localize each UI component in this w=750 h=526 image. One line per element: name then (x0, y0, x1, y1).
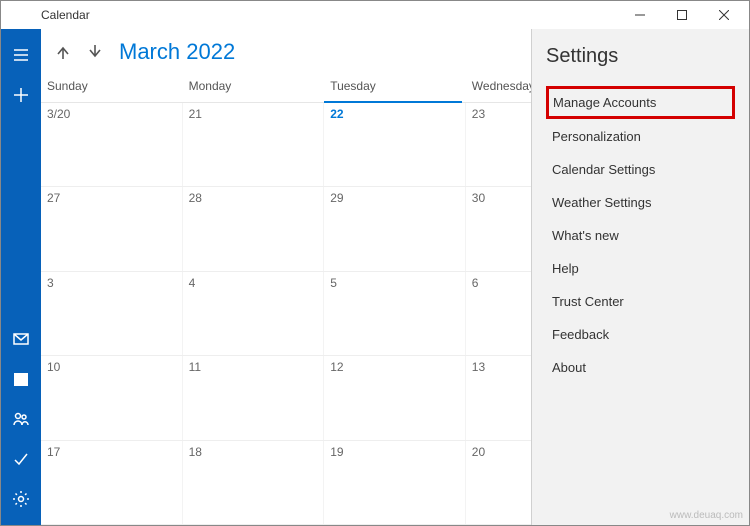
people-icon (12, 410, 30, 428)
settings-item-about[interactable]: About (546, 352, 735, 383)
sidebar (1, 29, 41, 525)
day-cell[interactable]: 22 (324, 103, 466, 186)
month-label[interactable]: March 2022 (119, 39, 235, 65)
settings-item-what-s-new[interactable]: What's new (546, 220, 735, 251)
day-cell[interactable]: 12 (324, 356, 466, 439)
settings-list: Manage AccountsPersonalizationCalendar S… (546, 86, 735, 385)
mail-icon (12, 330, 30, 348)
titlebar: Calendar (1, 1, 749, 29)
day-cell[interactable]: 27 (41, 187, 183, 270)
gear-icon (12, 490, 30, 508)
minimize-button[interactable] (619, 1, 661, 29)
add-event-button[interactable] (1, 75, 41, 115)
maximize-icon (677, 10, 687, 20)
arrow-down-icon (87, 44, 103, 60)
day-cell[interactable]: 11 (183, 356, 325, 439)
day-cell[interactable]: 3/20 (41, 103, 183, 186)
minimize-icon (635, 10, 645, 20)
settings-item-personalization[interactable]: Personalization (546, 121, 735, 152)
day-cell[interactable]: 18 (183, 441, 325, 524)
day-cell[interactable]: 5 (324, 272, 466, 355)
settings-item-feedback[interactable]: Feedback (546, 319, 735, 350)
calendar-button[interactable] (1, 359, 41, 399)
settings-title: Settings (546, 45, 735, 68)
check-icon (12, 450, 30, 468)
next-month-button[interactable] (81, 38, 109, 66)
day-cell[interactable]: 4 (183, 272, 325, 355)
prev-month-button[interactable] (49, 38, 77, 66)
app-title: Calendar (11, 8, 90, 22)
weekday-cell: Sunday (41, 75, 183, 102)
window-controls (619, 1, 745, 29)
sidebar-top (1, 35, 41, 115)
plus-icon (12, 86, 30, 104)
hamburger-button[interactable] (1, 35, 41, 75)
calendar-icon (12, 370, 30, 388)
day-cell[interactable]: 19 (324, 441, 466, 524)
close-icon (719, 10, 729, 20)
weekday-cell: Tuesday (324, 75, 466, 102)
day-cell[interactable]: 29 (324, 187, 466, 270)
maximize-button[interactable] (661, 1, 703, 29)
watermark: www.deuaq.com (670, 510, 743, 521)
hamburger-icon (12, 46, 30, 64)
day-cell[interactable]: 28 (183, 187, 325, 270)
day-cell[interactable]: 10 (41, 356, 183, 439)
people-button[interactable] (1, 399, 41, 439)
arrow-up-icon (55, 44, 71, 60)
settings-item-trust-center[interactable]: Trust Center (546, 286, 735, 317)
day-cell[interactable]: 3 (41, 272, 183, 355)
day-cell[interactable]: 21 (183, 103, 325, 186)
settings-item-manage-accounts[interactable]: Manage Accounts (546, 86, 735, 119)
settings-item-calendar-settings[interactable]: Calendar Settings (546, 154, 735, 185)
app-body: March 2022 Today Day SundayMondayTuesday… (1, 29, 749, 525)
mail-button[interactable] (1, 319, 41, 359)
settings-item-help[interactable]: Help (546, 253, 735, 284)
close-button[interactable] (703, 1, 745, 29)
settings-item-weather-settings[interactable]: Weather Settings (546, 187, 735, 218)
sidebar-bottom (1, 319, 41, 519)
todo-button[interactable] (1, 439, 41, 479)
weekday-cell: Monday (183, 75, 325, 102)
settings-panel: Settings Manage AccountsPersonalizationC… (531, 29, 749, 525)
settings-button[interactable] (1, 479, 41, 519)
day-cell[interactable]: 17 (41, 441, 183, 524)
app-window: Calendar (0, 0, 750, 526)
